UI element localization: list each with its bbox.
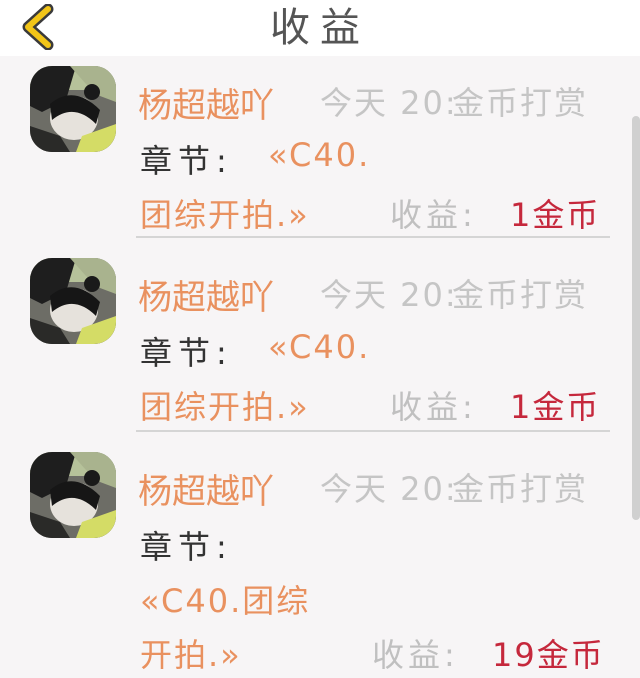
user-name[interactable]: 杨超越吖 [138,78,274,127]
timestamp: 今天 20: [320,84,458,122]
income-list: 杨超越吖 今天 20: 金币打赏 章节: «C40. 团综开拍.» 收益: 1金… [0,56,640,678]
scrollbar[interactable] [632,116,640,520]
income-value: 19金币 [492,636,605,674]
chapter-title-line1[interactable]: «C40. [268,136,370,174]
avatar[interactable] [30,66,116,152]
avatar[interactable] [30,452,116,538]
chapter-title-line1[interactable]: «C40.团综 [140,576,310,622]
avatar-image [30,66,116,152]
timestamp: 今天 20: [320,276,458,314]
avatar[interactable] [30,258,116,344]
reward-type: 金币打赏 [452,276,589,314]
divider [136,430,610,432]
reward-type: 金币打赏 [452,84,589,122]
income-label: 收益: [390,388,477,426]
chapter-title-line2[interactable]: 团综开拍.» [140,190,310,236]
income-value: 1金币 [510,196,601,234]
divider [136,236,610,238]
chapter-label: 章节: [140,334,233,372]
reward-type: 金币打赏 [452,470,589,508]
list-item[interactable]: 杨超越吖 今天 20: 金币打赏 章节: «C40. 团综开拍.» 收益: 1金… [0,248,640,434]
list-item[interactable]: 杨超越吖 今天 20: 金币打赏 章节: «C40.团综 开拍.» 收益: 19… [0,442,640,678]
user-name[interactable]: 杨超越吖 [138,270,274,319]
user-name[interactable]: 杨超越吖 [138,464,274,513]
chapter-title-line1[interactable]: «C40. [268,328,370,366]
income-page: 收益 杨超越吖 今天 20: 金币打赏 章节: «C40. 团综开拍.» 收益:… [0,0,640,678]
list-item[interactable]: 杨超越吖 今天 20: 金币打赏 章节: «C40. 团综开拍.» 收益: 1金… [0,56,640,242]
avatar-image [30,452,116,538]
chapter-title-line2[interactable]: 团综开拍.» [140,382,310,428]
chapter-title-line2[interactable]: 开拍.» [140,630,242,676]
timestamp: 今天 20: [320,470,458,508]
page-title: 收益 [270,5,370,51]
income-label: 收益: [390,196,477,234]
header-bar: 收益 [0,0,640,56]
chapter-label: 章节: [140,142,233,180]
avatar-image [30,258,116,344]
income-value: 1金币 [510,388,601,426]
chapter-label: 章节: [140,528,233,566]
income-label: 收益: [372,636,459,674]
